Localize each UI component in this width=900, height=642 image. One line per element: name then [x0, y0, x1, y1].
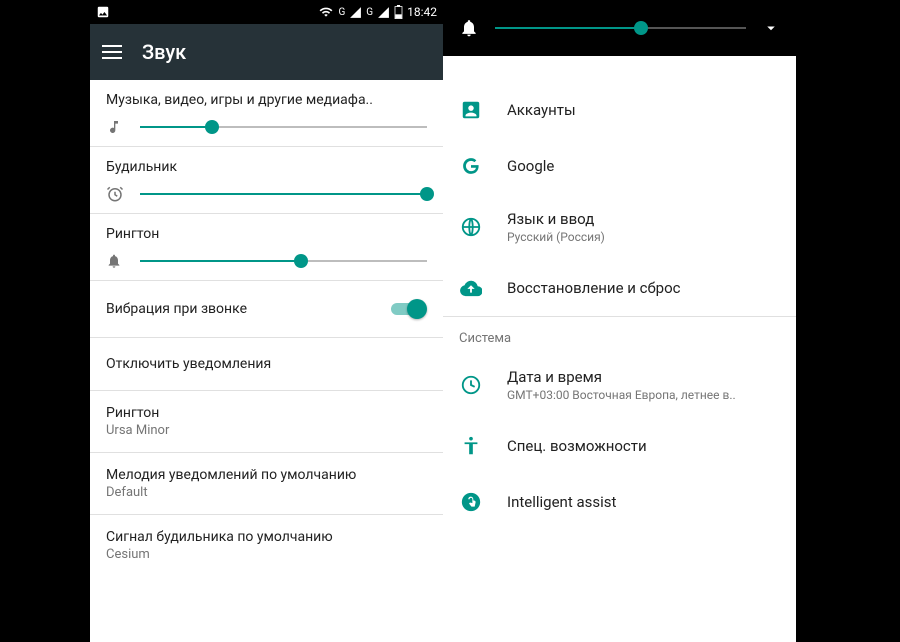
vibrate-label: Вибрация при звонке: [106, 301, 391, 317]
media-volume-slider[interactable]: [140, 118, 427, 136]
ringtone-value: Ursa Minor: [106, 423, 427, 438]
quick-volume-bar: [443, 0, 796, 56]
accounts-row[interactable]: Аккаунты: [443, 82, 796, 138]
cloud-upload-icon: [459, 276, 483, 300]
globe-icon: [459, 215, 483, 239]
signal-icon-1: [349, 6, 362, 19]
clock-text: 18:42: [407, 5, 437, 19]
settings-list-screen: Аккаунты Google Язык и ввод Русский (Рос…: [443, 0, 796, 642]
menu-icon[interactable]: [102, 45, 122, 59]
intelligent-assist-row[interactable]: Intelligent assist: [443, 474, 796, 530]
picture-icon: [96, 5, 110, 19]
accounts-icon: [459, 98, 483, 122]
language-label: Язык и ввод: [507, 210, 605, 228]
google-row[interactable]: Google: [443, 138, 796, 194]
language-row[interactable]: Язык и ввод Русский (Россия): [443, 194, 796, 260]
alarm-sound-value: Cesium: [106, 547, 427, 562]
wifi-icon: [318, 5, 334, 19]
notification-sound-row[interactable]: Мелодия уведомлений по умолчанию Default: [90, 453, 443, 515]
accessibility-row[interactable]: Спец. возможности: [443, 418, 796, 474]
datetime-label: Дата и время: [507, 368, 736, 386]
mute-notifications-row[interactable]: Отключить уведомления: [90, 338, 443, 391]
ring-volume-row: Рингтон: [90, 214, 443, 281]
datetime-row[interactable]: Дата и время GMT+03:00 Восточная Европа,…: [443, 352, 796, 418]
alarm-clock-icon: [106, 185, 126, 203]
page-title: Звук: [142, 40, 186, 64]
google-label: Google: [507, 157, 554, 175]
media-volume-row: Музыка, видео, игры и другие медиафа..: [90, 80, 443, 147]
ringtone-label: Рингтон: [106, 405, 427, 421]
bell-icon: [459, 18, 479, 38]
ring-volume-label: Рингтон: [106, 226, 427, 242]
app-bar: Звук: [90, 24, 443, 80]
mute-notifications-label: Отключить уведомления: [106, 356, 271, 372]
vibrate-on-ring-row[interactable]: Вибрация при звонке: [90, 281, 443, 338]
network-g-label-1: G: [338, 7, 345, 18]
intelligent-assist-label: Intelligent assist: [507, 493, 616, 511]
music-note-icon: [106, 119, 126, 135]
accessibility-icon: [459, 434, 483, 458]
alarm-sound-label: Сигнал будильника по умолчанию: [106, 529, 427, 545]
clock-icon: [459, 373, 483, 397]
vibrate-switch[interactable]: [391, 299, 427, 319]
alarm-volume-slider[interactable]: [140, 185, 427, 203]
quick-volume-slider[interactable]: [495, 19, 746, 37]
backup-reset-label: Восстановление и сброс: [507, 279, 680, 297]
language-value: Русский (Россия): [507, 230, 605, 244]
chevron-down-icon[interactable]: [762, 19, 780, 37]
status-bar: G G 18:42: [90, 0, 443, 24]
media-volume-label: Музыка, видео, игры и другие медиафа..: [106, 92, 427, 108]
alarm-volume-label: Будильник: [106, 159, 427, 175]
accessibility-label: Спец. возможности: [507, 437, 647, 455]
sound-settings-screen: G G 18:42 Звук Музыка, видео, игры и дру…: [90, 0, 443, 642]
alarm-sound-row[interactable]: Сигнал будильника по умолчанию Cesium: [90, 515, 443, 576]
battery-icon: [394, 5, 403, 19]
bell-icon: [106, 253, 126, 269]
network-g-label-2: G: [366, 7, 373, 18]
touch-icon: [459, 490, 483, 514]
backup-reset-row[interactable]: Восстановление и сброс: [443, 260, 796, 316]
alarm-volume-row: Будильник: [90, 147, 443, 214]
google-icon: [459, 154, 483, 178]
signal-icon-2: [377, 6, 390, 19]
ring-volume-slider[interactable]: [140, 252, 427, 270]
notification-sound-label: Мелодия уведомлений по умолчанию: [106, 467, 427, 483]
system-section-header: Система: [443, 316, 796, 352]
datetime-value: GMT+03:00 Восточная Европа, летнее в..: [507, 388, 736, 402]
notification-sound-value: Default: [106, 485, 427, 500]
accounts-label: Аккаунты: [507, 101, 576, 119]
ringtone-row[interactable]: Рингтон Ursa Minor: [90, 391, 443, 453]
